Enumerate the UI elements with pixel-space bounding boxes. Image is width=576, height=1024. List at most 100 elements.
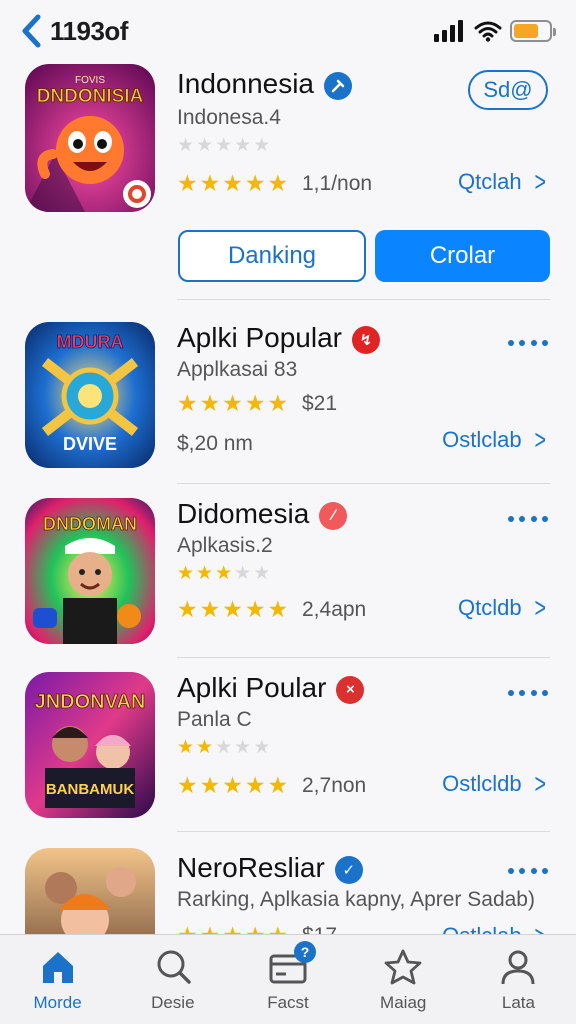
app-icon[interactable]: DNDOMAN xyxy=(25,498,155,644)
star-icon: ★ xyxy=(177,924,198,935)
tab-star[interactable]: Maiag xyxy=(346,935,461,1024)
app-title[interactable]: NeroResliar ✓ xyxy=(177,852,363,884)
wallet-icon: ? xyxy=(268,941,316,987)
star-icon: ★ xyxy=(196,135,214,156)
star-icon xyxy=(383,947,423,987)
star-icon: ★ xyxy=(234,135,252,156)
more-options-icon[interactable] xyxy=(508,686,548,700)
list-item[interactable]: MDURA DVIVE Aplki Popular ↯ Applkasai 83 … xyxy=(0,320,576,485)
star-icon: ★ xyxy=(245,924,266,935)
featured-app[interactable]: FOVIS DNDONISIA Indonnesia Indonesa.4 ★ ★… xyxy=(0,62,576,302)
featured-small-rating: ★ ★ ★ ★ ★ xyxy=(177,136,270,155)
star-icon: ★ xyxy=(215,135,233,156)
flag-badge-icon: × xyxy=(336,675,365,704)
app-list: FOVIS DNDONISIA Indonnesia Indonesa.4 ★ ★… xyxy=(0,62,576,934)
star-icon: ★ xyxy=(222,924,243,935)
divider xyxy=(177,483,550,484)
home-icon xyxy=(38,947,78,987)
app-title[interactable]: Aplki Poular × xyxy=(177,672,365,704)
star-icon: ★ xyxy=(222,596,243,622)
tab-profile[interactable]: Lata xyxy=(461,935,576,1024)
star-icon: ★ xyxy=(177,390,198,416)
wifi-icon xyxy=(474,21,502,42)
app-icon[interactable] xyxy=(25,848,155,934)
tab-bar: Morde Desie ? Facst Maiag Lata xyxy=(0,934,576,1024)
star-icon: ★ xyxy=(177,170,198,196)
star-icon: ★ xyxy=(222,390,243,416)
app-subtitle: Applkasai 83 xyxy=(177,358,298,381)
featured-rating-count: 1,1/non xyxy=(302,172,373,195)
tab-label: Desie xyxy=(151,993,195,1012)
app-title[interactable]: Didomesia ∕ xyxy=(177,498,348,530)
rating-stars: ★★★★★ xyxy=(177,924,288,935)
star-icon: ★ xyxy=(215,563,233,584)
star-icon: ★ xyxy=(177,737,195,758)
verified-badge-icon xyxy=(324,71,353,100)
back-label[interactable]: 1193of xyxy=(50,16,128,47)
star-icon: ★ xyxy=(196,563,214,584)
more-options-icon[interactable] xyxy=(508,512,548,526)
shield-badge-icon: ✓ xyxy=(334,855,363,884)
star-icon: ★ xyxy=(244,772,266,798)
app-icon[interactable]: MDURA DVIVE xyxy=(25,322,155,468)
app-meta: 2,4apn xyxy=(302,598,367,621)
svg-text:JNDONVAN: JNDONVAN xyxy=(35,691,146,713)
app-meta: 2,7non xyxy=(302,774,367,797)
get-link[interactable]: Qtcldb > xyxy=(458,594,548,622)
star-icon: ★ xyxy=(253,737,271,758)
star-icon: ★ xyxy=(177,772,198,798)
star-icon: ★ xyxy=(267,772,289,798)
get-link[interactable]: Ostlcldb > xyxy=(442,770,548,798)
tab-wallet[interactable]: ? Facst xyxy=(230,935,345,1024)
app-icon[interactable]: JNDONVAN BANBAMUK xyxy=(25,672,155,818)
get-link[interactable]: Ostlclab> xyxy=(442,426,548,454)
star-icon: ★ xyxy=(177,596,198,622)
search-icon xyxy=(153,947,193,987)
back-chevron-icon[interactable] xyxy=(18,14,44,48)
tab-badge: ? xyxy=(294,941,316,963)
rating-stars: ★★★★★ xyxy=(177,598,288,621)
flag-badge-icon: ∕ xyxy=(319,501,348,530)
svg-text:DNDONISIA: DNDONISIA xyxy=(37,86,144,107)
star-icon: ★ xyxy=(234,563,252,584)
chevron-right-icon: > xyxy=(534,592,546,623)
small-rating-stars: ★ ★ ★ ★ ★ xyxy=(177,564,270,583)
star-icon: ★ xyxy=(244,170,266,196)
featured-get-link[interactable]: Qtclah > xyxy=(458,168,548,196)
star-icon: ★ xyxy=(267,170,289,196)
person-icon xyxy=(498,947,538,987)
more-options-icon[interactable] xyxy=(508,336,548,350)
danking-button[interactable]: Danking xyxy=(178,230,366,282)
svg-text:FOVIS: FOVIS xyxy=(75,75,105,86)
app-meta: $17 xyxy=(302,924,337,934)
featured-app-title[interactable]: Indonnesia xyxy=(177,68,353,100)
status-bar: 1193of xyxy=(0,0,576,62)
battery-icon xyxy=(510,20,556,42)
svg-text:MDURA: MDURA xyxy=(57,332,124,352)
star-icon: ★ xyxy=(177,563,195,584)
tab-home[interactable]: Morde xyxy=(0,935,115,1024)
star-icon: ★ xyxy=(244,390,266,416)
star-icon: ★ xyxy=(222,170,243,196)
divider xyxy=(177,831,550,832)
list-item[interactable]: DNDOMAN Didomesia ∕ Aplkasis.2 ★ ★ ★ ★ ★ ★ ★ ★ ★… xyxy=(0,496,576,661)
crolar-button[interactable]: Crolar xyxy=(375,230,550,282)
list-item[interactable]: NeroResliar ✓ Rarking, Aplkasia kapny, Ap… xyxy=(0,846,576,934)
featured-pill-button[interactable]: Sd@ xyxy=(468,70,548,110)
chevron-right-icon: > xyxy=(534,166,546,197)
more-options-icon[interactable] xyxy=(508,864,548,878)
tab-search[interactable]: Desie xyxy=(115,935,230,1024)
chevron-right-icon: > xyxy=(534,922,545,935)
app-title[interactable]: Aplki Popular ↯ xyxy=(177,322,380,354)
star-icon: ★ xyxy=(222,772,243,798)
rating-stars: ★★★★★ xyxy=(177,392,288,415)
list-item[interactable]: JNDONVAN BANBAMUK Aplki Poular × Panla C … xyxy=(0,670,576,835)
rating-stars: ★★★★★ xyxy=(177,774,288,797)
star-icon: ★ xyxy=(200,924,221,935)
featured-app-subtitle: Indonesa.4 xyxy=(177,106,281,129)
star-icon: ★ xyxy=(244,596,266,622)
featured-app-icon[interactable]: FOVIS DNDONISIA xyxy=(25,64,155,212)
star-icon: ★ xyxy=(199,390,221,416)
get-link[interactable]: Ostlclab> xyxy=(442,922,548,935)
star-icon: ★ xyxy=(199,170,221,196)
